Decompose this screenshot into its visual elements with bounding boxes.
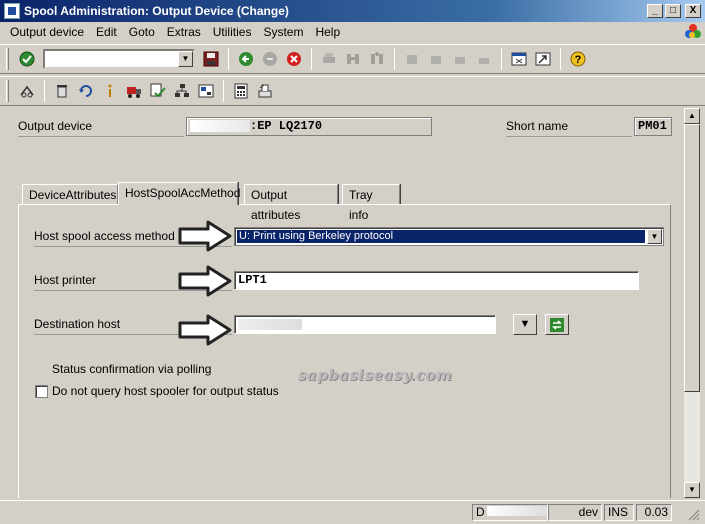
menu-output-device[interactable]: Output device <box>4 25 90 39</box>
no-query-checkbox[interactable] <box>35 385 48 398</box>
redacted-text <box>190 119 250 132</box>
first-page-icon[interactable] <box>403 50 421 68</box>
exit-icon[interactable] <box>261 50 279 68</box>
destination-host-dropdown-button[interactable]: ▼ <box>513 314 537 335</box>
sap-logo-icon[interactable] <box>685 24 701 40</box>
maximize-button[interactable]: □ <box>665 4 681 18</box>
host-printer-input[interactable]: LPT1 <box>234 271 639 290</box>
menu-bar: Output device Edit Goto Extras Utilities… <box>0 22 705 42</box>
status-confirmation-heading: Status confirmation via polling <box>52 362 212 376</box>
access-method-value: U: Print using Berkeley protocol <box>236 229 646 244</box>
redacted-text <box>238 319 302 330</box>
previous-page-icon[interactable] <box>427 50 445 68</box>
classification-icon[interactable] <box>197 82 215 100</box>
watermark-logo: sapbasiseasy.com <box>298 366 453 384</box>
arrow-pointer-icon <box>178 265 232 297</box>
status-time: 0.03 <box>636 504 672 521</box>
scroll-thumb[interactable] <box>684 124 700 392</box>
window-title: Spool Administration: Output Device (Cha… <box>24 4 289 18</box>
menu-system[interactable]: System <box>257 25 309 39</box>
check-icon[interactable] <box>149 82 167 100</box>
redacted-text <box>486 506 547 516</box>
standard-toolbar: ▼ ? <box>0 44 705 74</box>
destination-host-input[interactable] <box>234 315 496 334</box>
calculator-icon[interactable] <box>232 82 250 100</box>
tab-host-spool-acc-method[interactable]: HostSpoolAccMethod <box>118 182 240 205</box>
enter-check-icon[interactable] <box>18 50 36 68</box>
display-change-icon[interactable] <box>18 82 36 100</box>
scroll-down-icon[interactable]: ▼ <box>684 482 700 498</box>
menu-goto[interactable]: Goto <box>123 25 161 39</box>
short-name-field: PM01 <box>634 117 672 136</box>
tab-output-attributes[interactable]: Output attributes <box>244 184 338 222</box>
menu-utilities[interactable]: Utilities <box>207 25 258 39</box>
resize-grip-icon[interactable] <box>686 507 700 521</box>
command-field[interactable]: ▼ <box>43 49 195 69</box>
back-icon[interactable] <box>237 50 255 68</box>
short-name-label: Short name <box>506 119 632 137</box>
output-device-field: :EP LQ2170 <box>186 117 432 136</box>
next-page-icon[interactable] <box>451 50 469 68</box>
scroll-up-icon[interactable]: ▲ <box>684 108 700 124</box>
save-icon[interactable] <box>202 50 220 68</box>
tab-panel <box>18 204 671 498</box>
refresh-icon <box>550 317 564 332</box>
vertical-scrollbar[interactable]: ▲ ▼ <box>684 108 700 498</box>
app-icon <box>4 3 20 19</box>
output-device-label: Output device <box>18 119 184 137</box>
svg-text:?: ? <box>575 54 582 66</box>
toolbar-grip <box>6 80 9 102</box>
status-bar: D dev INS 0.03 <box>0 500 705 522</box>
transport-icon[interactable] <box>125 82 143 100</box>
find-icon[interactable] <box>344 50 362 68</box>
refresh-host-button[interactable] <box>545 314 569 335</box>
no-query-label: Do not query host spooler for output sta… <box>52 384 279 398</box>
arrow-pointer-icon <box>178 220 232 252</box>
status-client: dev <box>548 504 602 521</box>
minimize-button[interactable]: _ <box>647 4 663 18</box>
info-icon[interactable] <box>101 82 119 100</box>
dropdown-arrow-icon[interactable]: ▼ <box>647 229 662 244</box>
cancel-icon[interactable] <box>285 50 303 68</box>
delete-icon[interactable] <box>53 82 71 100</box>
command-dropdown-icon[interactable]: ▼ <box>178 51 193 67</box>
tab-device-attributes[interactable]: DeviceAttributes <box>22 184 118 205</box>
print-icon[interactable] <box>320 50 338 68</box>
undo-icon[interactable] <box>77 82 95 100</box>
tab-tray-info[interactable]: Tray info <box>342 184 400 222</box>
print-preview-icon[interactable] <box>256 82 274 100</box>
status-system: D <box>472 504 548 521</box>
find-next-icon[interactable] <box>368 50 386 68</box>
close-button[interactable]: X <box>685 4 701 18</box>
access-method-select[interactable]: U: Print using Berkeley protocol ▼ <box>234 227 664 246</box>
toolbar-grip <box>6 48 9 70</box>
arrow-pointer-icon <box>178 314 232 346</box>
menu-extras[interactable]: Extras <box>161 25 207 39</box>
create-session-icon[interactable] <box>510 50 528 68</box>
window-title-bar: Spool Administration: Output Device (Cha… <box>0 0 705 22</box>
menu-help[interactable]: Help <box>309 25 346 39</box>
shortcut-icon[interactable] <box>534 50 552 68</box>
application-toolbar <box>0 76 705 106</box>
menu-edit[interactable]: Edit <box>90 25 123 39</box>
help-icon[interactable]: ? <box>569 50 587 68</box>
last-page-icon[interactable] <box>475 50 493 68</box>
status-mode[interactable]: INS <box>604 504 634 521</box>
hierarchy-icon[interactable] <box>173 82 191 100</box>
